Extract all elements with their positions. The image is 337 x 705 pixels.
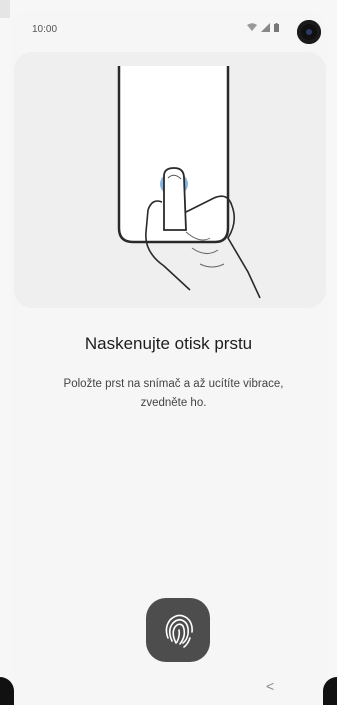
instruction-text: Položte prst na snímač a až ucítíte vibr… <box>63 378 284 409</box>
status-bar: 10:00 <box>26 20 321 40</box>
phone-frame: 10:00 Naskenujte otisk prstu Položte prs… <box>0 0 337 705</box>
wifi-icon <box>246 23 262 34</box>
front-camera <box>297 20 321 44</box>
status-time: 10:00 <box>32 24 58 35</box>
finger-on-phone-illustration <box>14 52 326 308</box>
battery-icon <box>274 23 279 34</box>
fingerprint-icon <box>146 614 210 666</box>
illustration-drawing <box>117 66 261 299</box>
signal-icon <box>261 23 274 34</box>
page-title: Naskenujte otisk prstu <box>84 334 253 353</box>
fingerprint-sensor-button[interactable] <box>146 598 210 662</box>
status-icons <box>246 23 279 34</box>
nav-back-button[interactable]: < <box>266 678 274 694</box>
bezel-corner <box>0 0 10 18</box>
